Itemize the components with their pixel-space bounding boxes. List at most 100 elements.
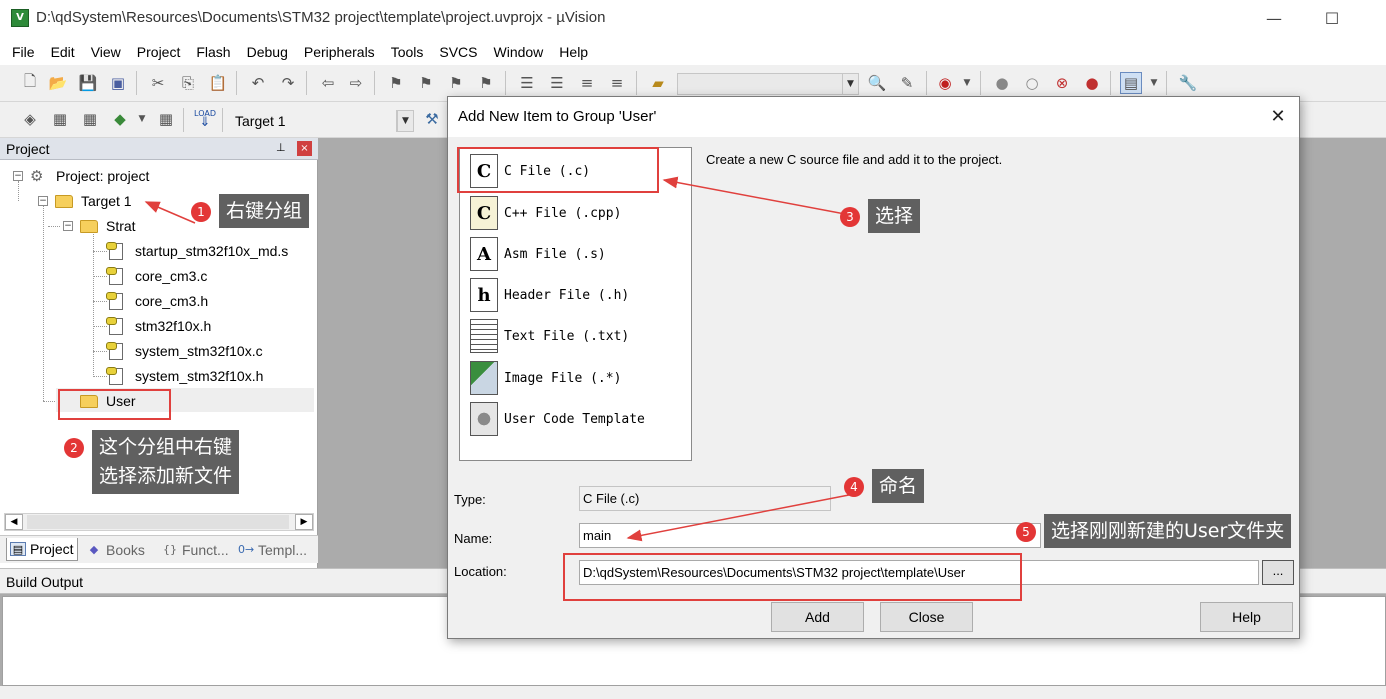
nav-back-icon[interactable]: ⇦ xyxy=(317,72,339,94)
menu-project[interactable]: Project xyxy=(129,44,189,60)
tree-file[interactable]: core_cm3.c xyxy=(106,265,207,287)
horizontal-scrollbar[interactable]: ◀ ▶ xyxy=(4,513,314,531)
find-in-files-icon[interactable]: ▰ xyxy=(647,72,669,94)
tree-file[interactable]: core_cm3.h xyxy=(106,290,208,312)
menu-view[interactable]: View xyxy=(83,44,129,60)
load-download-icon[interactable]: LOAD ⇓ xyxy=(194,107,216,129)
prev-bookmark-icon[interactable]: ⚑ xyxy=(415,72,437,94)
project-panel-title: Project xyxy=(6,141,50,157)
nav-forward-icon[interactable]: ⇨ xyxy=(345,72,367,94)
type-header-file[interactable]: h Header File (.h) xyxy=(470,276,629,314)
next-bookmark-icon[interactable]: ⚑ xyxy=(445,72,467,94)
tab-templates[interactable]: 0→ Templ... xyxy=(238,538,307,561)
type-asm-file[interactable]: A Asm File (.s) xyxy=(470,235,606,273)
annotation-1: 右键分组 xyxy=(219,194,310,228)
menu-file[interactable]: File xyxy=(4,44,43,60)
uncomment-icon[interactable]: ≡ xyxy=(606,72,628,94)
expand-strat-toggle[interactable]: − xyxy=(63,221,73,231)
tree-file[interactable]: system_stm32f10x.h xyxy=(106,365,263,387)
add-button[interactable]: Add xyxy=(771,602,864,632)
build-output-scrollbar[interactable] xyxy=(0,686,1386,699)
open-file-icon[interactable]: 📂 xyxy=(47,72,69,94)
find-icon[interactable]: 🔍 xyxy=(866,72,888,94)
highlight-user-group xyxy=(58,389,171,420)
menu-debug[interactable]: Debug xyxy=(239,44,296,60)
redo-icon[interactable]: ↷ xyxy=(277,72,299,94)
unindent-icon[interactable]: ☰ xyxy=(546,72,568,94)
translate-icon[interactable]: ◈ xyxy=(19,108,41,130)
maximize-button[interactable]: ☐ xyxy=(1310,6,1354,32)
name-input[interactable]: main xyxy=(579,523,1041,548)
layout-dropdown-icon[interactable]: ▼ xyxy=(1143,72,1165,94)
paste-icon[interactable]: 📋 xyxy=(207,72,229,94)
tree-target[interactable]: Target 1 xyxy=(55,190,132,212)
copy-icon[interactable]: ⎘ xyxy=(177,72,199,94)
disable-breakpoints-icon[interactable]: ⊗ xyxy=(1051,72,1073,94)
tab-project[interactable]: ▤ Project xyxy=(6,538,78,561)
save-icon[interactable]: 💾 xyxy=(77,72,99,94)
help-button[interactable]: Help xyxy=(1200,602,1293,632)
new-file-icon[interactable]: 🗋 xyxy=(19,72,41,94)
source-file-icon xyxy=(106,266,123,285)
dialog-close-icon[interactable]: ✕ xyxy=(1266,105,1290,129)
comment-icon[interactable]: ≡ xyxy=(576,72,598,94)
rebuild-icon[interactable]: ▦ xyxy=(79,108,101,130)
debug-dropdown-icon[interactable]: ▼ xyxy=(956,72,978,94)
save-all-icon[interactable]: ▣ xyxy=(107,72,129,94)
tree-group-strat[interactable]: Strat xyxy=(80,215,136,237)
find-combo[interactable]: ▼ xyxy=(677,73,859,95)
type-field: C File (.c) xyxy=(579,486,831,511)
target-dropdown-button[interactable]: ▼ xyxy=(396,110,414,132)
clear-bookmarks-icon[interactable]: ⚑ xyxy=(475,72,497,94)
tree-file[interactable]: system_stm32f10x.c xyxy=(106,340,263,362)
batch-dropdown-icon[interactable]: ▼ xyxy=(131,108,153,130)
menu-help[interactable]: Help xyxy=(551,44,596,60)
menu-window[interactable]: Window xyxy=(486,44,552,60)
type-text-file[interactable]: Text File (.txt) xyxy=(470,317,629,355)
strat-folder-icon xyxy=(80,219,98,233)
expand-project-toggle[interactable]: − xyxy=(13,171,23,181)
tab-books[interactable]: ◆ Books xyxy=(86,538,145,561)
indent-icon[interactable]: ☰ xyxy=(516,72,538,94)
enable-breakpoint-icon[interactable]: ○ xyxy=(1021,72,1043,94)
bookmark-icon[interactable]: ⚑ xyxy=(385,72,407,94)
undo-icon[interactable]: ↶ xyxy=(247,72,269,94)
templates-tab-icon: 0→ xyxy=(238,542,255,556)
incremental-find-icon[interactable]: ✎ xyxy=(896,72,918,94)
menu-tools[interactable]: Tools xyxy=(383,44,432,60)
browse-button[interactable]: ... xyxy=(1262,560,1294,585)
stop-build-icon[interactable]: ▦ xyxy=(155,108,177,130)
tree-file-label: stm32f10x.h xyxy=(135,318,212,334)
tab-functions[interactable]: {} Funct... xyxy=(162,538,229,561)
scroll-right-icon[interactable]: ▶ xyxy=(295,514,313,530)
type-user-code-template[interactable]: User Code Template xyxy=(470,400,645,438)
menu-edit[interactable]: Edit xyxy=(43,44,83,60)
expand-target-toggle[interactable]: − xyxy=(38,196,48,206)
pin-icon[interactable]: ⊥ xyxy=(276,141,286,154)
type-image-file[interactable]: Image File (.*) xyxy=(470,359,621,397)
template-gear-icon xyxy=(470,402,498,436)
close-button[interactable]: Close xyxy=(880,602,973,632)
batch-build-icon[interactable]: ◆ xyxy=(109,108,131,130)
tree-file[interactable]: startup_stm32f10x_md.s xyxy=(106,240,288,262)
menu-peripherals[interactable]: Peripherals xyxy=(296,44,383,60)
close-panel-icon[interactable]: × xyxy=(297,141,312,156)
debug-session-icon[interactable]: ◉ xyxy=(934,72,956,94)
scroll-left-icon[interactable]: ◀ xyxy=(5,514,23,530)
tree-file[interactable]: stm32f10x.h xyxy=(106,315,212,337)
target-select-value[interactable]: Target 1 xyxy=(235,113,286,129)
tree-project-root[interactable]: ⚙ Project: project xyxy=(30,165,149,187)
menu-svcs[interactable]: SVCS xyxy=(431,44,485,60)
insert-breakpoint-icon[interactable]: ● xyxy=(991,72,1013,94)
type-cpp-file[interactable]: C C++ File (.cpp) xyxy=(470,194,621,232)
minimize-button[interactable]: — xyxy=(1252,6,1296,32)
location-label: Location: xyxy=(454,564,507,579)
cut-icon[interactable]: ✂ xyxy=(147,72,169,94)
kill-breakpoints-icon[interactable]: ● xyxy=(1081,72,1103,94)
build-icon[interactable]: ▦ xyxy=(49,108,71,130)
scroll-thumb[interactable] xyxy=(27,515,289,529)
target-options-icon[interactable]: ⚒ xyxy=(421,108,443,130)
window-layout-icon[interactable]: ▤ xyxy=(1120,72,1142,94)
configure-icon[interactable]: 🔧 xyxy=(1177,72,1199,94)
menu-flash[interactable]: Flash xyxy=(188,44,238,60)
